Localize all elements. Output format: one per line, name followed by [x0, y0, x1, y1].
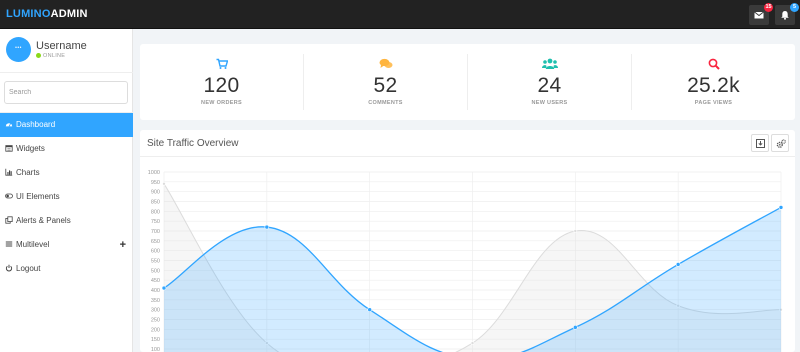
data-point[interactable]	[573, 229, 578, 233]
expand-plus-icon[interactable]: +	[120, 233, 126, 257]
user-status: ONLINE	[36, 53, 65, 59]
stat-value: 52	[373, 74, 398, 97]
y-tick-label: 150	[151, 337, 160, 343]
stat-label: COMMENTS	[368, 100, 403, 106]
y-tick-label: 650	[151, 239, 160, 245]
avatar-placeholder: •••	[15, 45, 22, 51]
sidebar: ••• Username ONLINE Dashboard Widgets Ch…	[0, 29, 133, 352]
panel-header: Site Traffic Overview	[140, 130, 795, 157]
sidebar-item-label: Multilevel	[16, 240, 50, 249]
download-icon	[756, 139, 765, 148]
download-button[interactable]	[751, 134, 769, 152]
sidebar-item-multilevel[interactable]: Multilevel +	[0, 233, 133, 257]
y-tick-label: 450	[151, 278, 160, 284]
users-icon	[541, 58, 558, 69]
search-icon	[708, 58, 720, 70]
sidebar-item-label: Alerts & Panels	[16, 216, 71, 225]
envelope-icon	[754, 11, 764, 19]
username: Username	[36, 40, 87, 52]
stat-label: NEW ORDERS	[201, 100, 242, 106]
y-tick-label: 550	[151, 259, 160, 265]
sidebar-item-widgets[interactable]: Widgets	[0, 137, 133, 161]
data-point[interactable]	[470, 341, 475, 345]
y-tick-label: 1000	[148, 170, 160, 176]
data-point[interactable]	[162, 181, 166, 186]
y-tick-label: 300	[151, 308, 160, 314]
data-point[interactable]	[778, 205, 784, 210]
site-traffic-chart: 1000 950 900 850 800 750 700 650 600 550 500 450 400…	[140, 158, 795, 352]
stat-value: 25.2k	[687, 74, 740, 97]
shopping-cart-icon	[216, 58, 228, 69]
data-point[interactable]	[161, 285, 167, 291]
y-tick-label: 100	[151, 347, 160, 352]
dashboard-icon	[5, 123, 13, 127]
sidebar-menu: Dashboard Widgets Charts UI Elements Ale…	[0, 113, 133, 281]
notifications-button[interactable]: 5	[775, 3, 799, 25]
stats-panel: 120 NEW ORDERS 52 COMMENTS 24 NEW USERS …	[140, 44, 795, 120]
top-navbar: LUMINOADMIN 15 5	[0, 0, 800, 29]
comments-icon	[379, 58, 392, 68]
stat-new-users: 24 NEW USERS	[468, 44, 631, 120]
panel-title: Site Traffic Overview	[147, 138, 239, 149]
stat-label: PAGE VIEWS	[694, 100, 733, 106]
brand-text-secondary: ADMIN	[50, 8, 88, 20]
y-tick-label: 850	[151, 200, 160, 206]
line-chart: 1000 950 900 850 800 750 700 650 600 550 500 450 400…	[148, 170, 784, 352]
site-traffic-panel: Site Traffic Overview 1000 950 900 850 800 75…	[140, 130, 795, 352]
notifications-badge: 5	[790, 3, 799, 12]
stat-comments: 52 COMMENTS	[304, 44, 467, 120]
y-tick-label: 500	[151, 268, 160, 274]
sidebar-item-label: Dashboard	[16, 120, 56, 129]
sidebar-item-label: UI Elements	[16, 192, 60, 201]
search-input[interactable]	[4, 81, 128, 104]
stat-new-orders: 120 NEW ORDERS	[140, 44, 303, 120]
y-tick-label: 700	[151, 229, 160, 235]
brand-logo[interactable]: LUMINOADMIN	[6, 8, 88, 20]
list-icon	[5, 241, 13, 247]
sidebar-item-label: Logout	[16, 264, 41, 273]
messages-badge: 15	[764, 3, 773, 12]
sidebar-item-alerts-panels[interactable]: Alerts & Panels	[0, 209, 133, 233]
user-profile: ••• Username ONLINE	[0, 29, 133, 73]
sidebar-item-dashboard[interactable]: Dashboard	[0, 113, 133, 137]
bar-chart-icon	[5, 168, 13, 176]
stat-value: 120	[203, 74, 240, 97]
stat-value: 24	[537, 74, 562, 97]
online-dot-icon	[36, 53, 41, 59]
y-tick-label: 400	[151, 288, 160, 294]
user-status-text: ONLINE	[43, 53, 66, 59]
settings-icon	[776, 139, 786, 148]
data-point[interactable]	[573, 325, 578, 330]
messages-button[interactable]: 15	[749, 3, 773, 25]
brand-text-primary: LUMINO	[6, 8, 51, 20]
y-tick-label: 250	[151, 318, 160, 324]
toggle-icon	[5, 193, 13, 199]
y-tick-label: 900	[151, 190, 160, 196]
avatar[interactable]: •••	[6, 37, 31, 62]
data-point[interactable]	[264, 224, 270, 230]
clone-icon	[5, 216, 13, 224]
y-tick-label: 200	[151, 327, 160, 333]
y-tick-label: 600	[151, 249, 160, 255]
y-tick-label: 750	[151, 219, 160, 225]
y-tick-label: 350	[151, 298, 160, 304]
stat-label: NEW USERS	[531, 100, 568, 106]
data-point[interactable]	[367, 307, 372, 312]
stat-page-views: 25.2k PAGE VIEWS	[632, 44, 795, 120]
sidebar-item-ui-elements[interactable]: UI Elements	[0, 185, 133, 209]
power-icon	[5, 264, 13, 272]
data-point[interactable]	[675, 262, 681, 267]
y-tick-label: 950	[151, 180, 160, 186]
sidebar-item-label: Charts	[16, 168, 40, 177]
bell-icon	[781, 11, 789, 20]
sidebar-item-charts[interactable]: Charts	[0, 161, 133, 185]
sidebar-item-logout[interactable]: Logout	[0, 257, 133, 281]
y-tick-label: 800	[151, 209, 160, 215]
sidebar-item-label: Widgets	[16, 144, 45, 153]
settings-button[interactable]	[771, 134, 789, 152]
calendar-icon	[5, 145, 13, 152]
